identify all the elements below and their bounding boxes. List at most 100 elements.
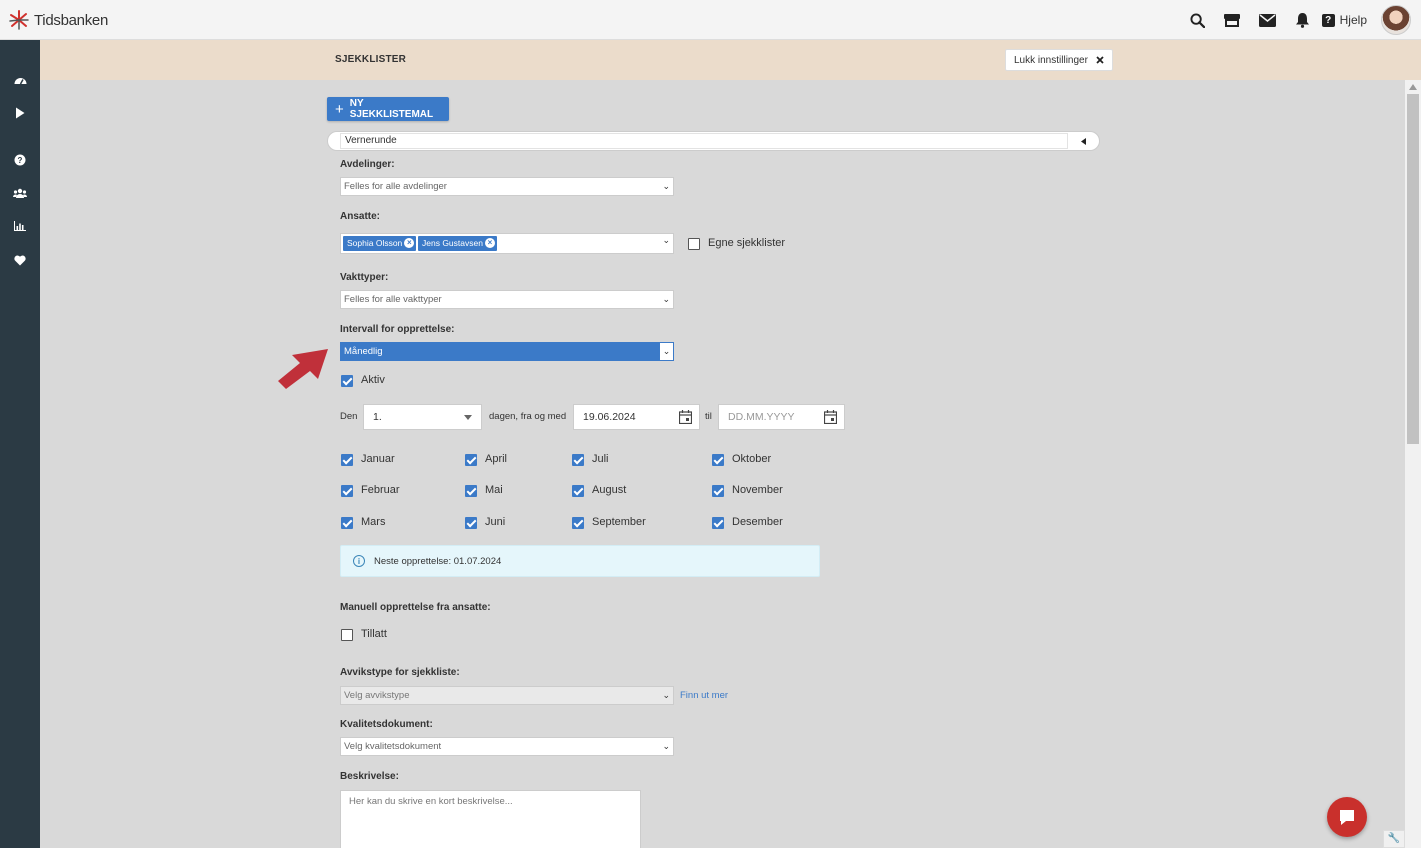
- shift-types-select[interactable]: Felles for alle vakttyper ⌄: [340, 290, 674, 309]
- play-icon[interactable]: [10, 103, 30, 123]
- quality-document-label: Kvalitetsdokument:: [340, 719, 433, 730]
- deviation-type-select[interactable]: Velg avvikstype ⌄: [340, 686, 674, 705]
- month-checkbox-mars[interactable]: [341, 517, 353, 529]
- month-checkbox-november[interactable]: [712, 485, 724, 497]
- description-textarea[interactable]: Her kan du skrive en kort beskrivelse...: [340, 790, 641, 848]
- month-checkbox-september[interactable]: [572, 517, 584, 529]
- month-label: April: [485, 453, 508, 465]
- month-label: November: [732, 484, 783, 496]
- chevron-down-icon: ⌄: [662, 294, 670, 304]
- employee-tag[interactable]: Jens Gustavsen ×: [418, 236, 497, 251]
- dashboard-icon[interactable]: [10, 70, 30, 90]
- deviation-type-label: Avvikstype for sjekkliste:: [340, 667, 460, 678]
- wrench-icon[interactable]: 🔧: [1383, 830, 1405, 848]
- chart-icon[interactable]: [10, 216, 30, 236]
- description-label: Beskrivelse:: [340, 771, 399, 782]
- month-checkbox-oktober[interactable]: [712, 454, 724, 466]
- day-suffix-label: dagen, fra og med: [489, 411, 567, 422]
- month-checkbox-august[interactable]: [572, 485, 584, 497]
- chat-icon: [1340, 810, 1354, 825]
- month-label: Juni: [485, 516, 506, 528]
- manual-creation-label: Manuell opprettelse fra ansatte:: [340, 602, 491, 613]
- page-title: SJEKKLISTER: [335, 54, 407, 65]
- own-checklists-checkbox[interactable]: [688, 238, 700, 250]
- from-date-input[interactable]: 19.06.2024: [573, 404, 700, 430]
- departments-value: Felles for alle avdelinger: [344, 181, 447, 192]
- deviation-type-placeholder: Velg avvikstype: [344, 690, 410, 701]
- top-bar: Tidsbanken ? Hjelp: [0, 0, 1421, 40]
- interval-label: Intervall for opprettelse:: [340, 324, 455, 335]
- employee-tag-label: Jens Gustavsen: [422, 238, 483, 248]
- chevron-down-icon: ⌄: [662, 235, 670, 245]
- new-template-label: NY SJEKKLISTEMAL: [349, 98, 434, 120]
- chevron-down-icon: ⌄: [660, 343, 673, 360]
- bell-icon[interactable]: [1285, 4, 1320, 36]
- active-checkbox[interactable]: [341, 375, 353, 387]
- employees-select[interactable]: Sophia Olsson × Jens Gustavsen × ⌄: [340, 233, 674, 254]
- next-creation-info: i Neste opprettelse: 01.07.2024: [340, 545, 820, 577]
- from-date-value: 19.06.2024: [583, 411, 636, 423]
- manual-allowed-label: Tillatt: [361, 628, 387, 640]
- store-icon[interactable]: [1215, 4, 1250, 36]
- close-settings-label: Lukk innstillinger: [1014, 54, 1088, 66]
- interval-select[interactable]: Månedlig ⌄: [340, 342, 674, 361]
- day-select[interactable]: 1.: [363, 404, 482, 430]
- description-placeholder: Her kan du skrive en kort beskrivelse...: [349, 796, 513, 807]
- month-label: September: [592, 516, 646, 528]
- chat-button[interactable]: [1327, 797, 1367, 837]
- month-label: Januar: [361, 453, 395, 465]
- caret-left-icon: [1080, 137, 1086, 145]
- scroll-up-icon[interactable]: [1409, 84, 1417, 90]
- remove-tag-icon[interactable]: ×: [484, 238, 495, 248]
- active-label: Aktiv: [361, 374, 385, 386]
- month-checkbox-juli[interactable]: [572, 454, 584, 466]
- month-checkbox-januar[interactable]: [341, 454, 353, 466]
- chevron-down-icon: ⌄: [662, 181, 670, 191]
- heart-icon[interactable]: [10, 250, 30, 270]
- month-checkbox-februar[interactable]: [341, 485, 353, 497]
- employee-tag-label: Sophia Olsson: [347, 238, 403, 248]
- help-button[interactable]: ? Hjelp: [1321, 13, 1367, 27]
- template-bar: Vernerunde: [327, 131, 1100, 151]
- mail-icon[interactable]: [1250, 4, 1285, 36]
- calendar-icon[interactable]: [679, 410, 692, 424]
- help-circle-icon[interactable]: ?: [10, 150, 30, 170]
- to-date-input[interactable]: DD.MM.YYYY: [718, 404, 845, 430]
- quality-document-select[interactable]: Velg kvalitetsdokument ⌄: [340, 737, 674, 756]
- brand-name: Tidsbanken: [34, 11, 108, 29]
- month-label: Desember: [732, 516, 783, 528]
- avatar[interactable]: [1381, 5, 1411, 35]
- month-checkbox-juni[interactable]: [465, 517, 477, 529]
- users-icon[interactable]: [10, 183, 30, 203]
- departments-select[interactable]: Felles for alle avdelinger ⌄: [340, 177, 674, 196]
- collapse-toggle[interactable]: [1069, 133, 1097, 149]
- shift-types-label: Vakttyper:: [340, 272, 389, 283]
- find-out-more-link[interactable]: Finn ut mer: [680, 690, 728, 701]
- month-label: Oktober: [732, 453, 772, 465]
- remove-tag-icon[interactable]: ×: [404, 238, 415, 248]
- close-settings-button[interactable]: Lukk innstillinger: [1005, 49, 1113, 71]
- month-checkbox-mai[interactable]: [465, 485, 477, 497]
- svg-text:?: ?: [18, 156, 23, 165]
- scrollbar[interactable]: [1405, 80, 1421, 848]
- logo[interactable]: Tidsbanken: [8, 9, 108, 31]
- manual-allowed-checkbox[interactable]: [341, 629, 353, 641]
- template-name-input[interactable]: Vernerunde: [340, 133, 1068, 149]
- chevron-down-icon: ⌄: [662, 690, 670, 700]
- plus-icon: +: [335, 100, 344, 118]
- departments-label: Avdelinger:: [340, 159, 395, 170]
- month-checkbox-desember[interactable]: [712, 517, 724, 529]
- employee-tag[interactable]: Sophia Olsson ×: [343, 236, 417, 251]
- month-label: Februar: [361, 484, 400, 496]
- month-checkbox-april[interactable]: [465, 454, 477, 466]
- caret-down-icon: [464, 415, 472, 420]
- chevron-down-icon: ⌄: [662, 741, 670, 751]
- calendar-icon[interactable]: [824, 410, 837, 424]
- month-label: August: [592, 484, 627, 496]
- month-label: Mars: [361, 516, 386, 528]
- search-icon[interactable]: [1180, 4, 1215, 36]
- help-label: Hjelp: [1339, 13, 1367, 27]
- own-checklists-label: Egne sjekklister: [708, 237, 786, 249]
- new-checklist-template-button[interactable]: + NY SJEKKLISTEMAL: [327, 97, 449, 121]
- scroll-thumb[interactable]: [1407, 94, 1419, 444]
